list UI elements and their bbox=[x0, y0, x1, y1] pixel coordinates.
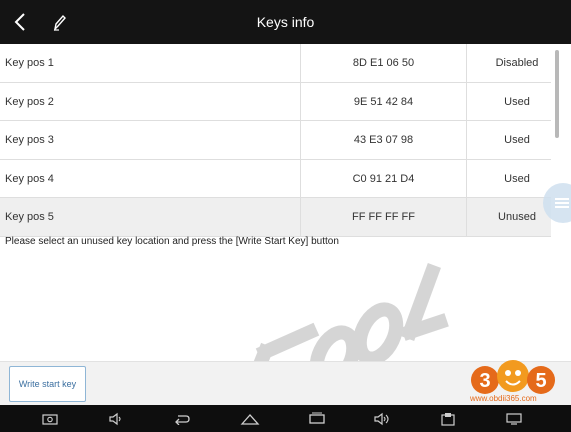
key-code: C0 91 21 D4 bbox=[300, 159, 467, 198]
key-position: Key pos 2 bbox=[5, 95, 54, 108]
app-icon bbox=[441, 412, 455, 426]
screenshot-icon bbox=[42, 413, 58, 425]
window-icon bbox=[506, 413, 522, 425]
back-icon bbox=[175, 414, 190, 425]
recent-apps-icon bbox=[309, 412, 325, 424]
keys-table: Key pos 1 8D E1 06 50 Disabled Key pos 2… bbox=[0, 44, 551, 237]
key-position: Key pos 1 bbox=[5, 57, 54, 69]
top-bar: Keys info bbox=[0, 0, 571, 44]
volume-up-icon bbox=[374, 412, 389, 425]
key-code: 9E 51 42 84 bbox=[300, 82, 467, 121]
table-row[interactable]: Key pos 5 FF FF FF FF Unused bbox=[0, 198, 551, 237]
key-position: Key pos 5 bbox=[5, 211, 54, 223]
svg-text:5: 5 bbox=[535, 370, 546, 392]
key-position: Key pos 3 bbox=[5, 134, 54, 146]
home-button[interactable] bbox=[238, 409, 262, 428]
nav-back-button[interactable] bbox=[170, 409, 194, 428]
logo-url: www.obdii365.com bbox=[470, 394, 537, 403]
key-code: FF FF FF FF bbox=[300, 198, 467, 236]
volume-up-button[interactable] bbox=[370, 409, 394, 428]
key-position: Key pos 4 bbox=[5, 172, 54, 185]
table-row[interactable]: Key pos 1 8D E1 06 50 Disabled bbox=[0, 44, 551, 83]
window-button[interactable] bbox=[502, 409, 526, 428]
key-status: Used bbox=[504, 134, 530, 146]
scrollbar[interactable] bbox=[555, 50, 559, 138]
key-status: Disabled bbox=[495, 57, 539, 69]
screenshot-button[interactable] bbox=[38, 409, 62, 428]
volume-down-icon bbox=[109, 412, 121, 425]
write-start-key-button[interactable]: Write start key bbox=[9, 366, 86, 402]
table-row[interactable]: Key pos 3 43 E3 07 98 Used bbox=[0, 121, 551, 160]
table-row[interactable]: Key pos 4 C0 91 21 D4 Used bbox=[0, 159, 551, 198]
table-row[interactable]: Key pos 2 9E 51 42 84 Used bbox=[0, 82, 551, 121]
home-icon bbox=[240, 413, 260, 425]
instruction-text: Please select an unused key location and… bbox=[5, 236, 339, 247]
key-status: Used bbox=[504, 95, 530, 108]
svg-text:3: 3 bbox=[479, 370, 490, 392]
key-code: 8D E1 06 50 bbox=[300, 44, 467, 82]
system-navigation-bar bbox=[0, 405, 571, 432]
app-button[interactable] bbox=[436, 409, 460, 428]
key-code: 43 E3 07 98 bbox=[300, 121, 467, 159]
page-title: Keys info bbox=[256, 14, 315, 30]
volume-down-button[interactable] bbox=[104, 409, 128, 428]
recent-apps-button[interactable] bbox=[305, 409, 329, 428]
